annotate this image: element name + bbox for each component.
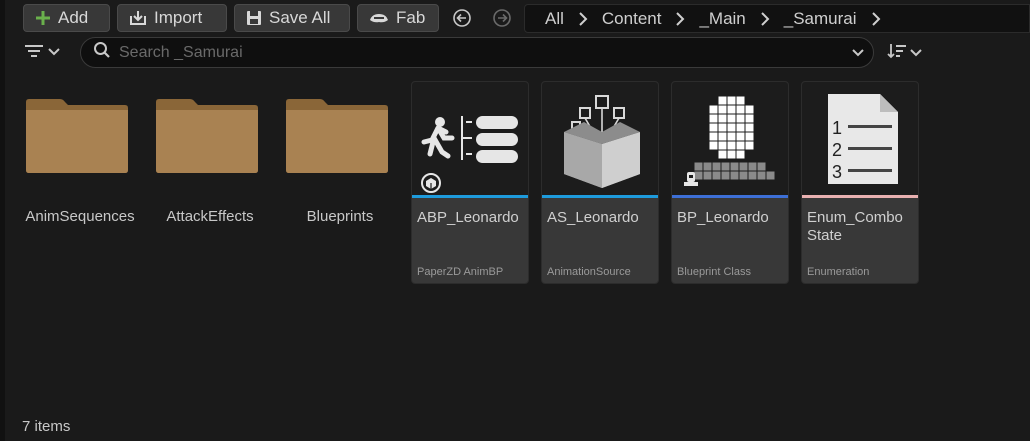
asset-type: Enumeration — [807, 266, 870, 278]
asset-type-color-bar — [412, 195, 528, 198]
filter-icon — [24, 43, 44, 64]
breadcrumb: All Content _Main _Samurai — [524, 4, 1030, 33]
chevron-down-icon — [48, 44, 60, 62]
forward-arrow-icon[interactable] — [492, 8, 512, 28]
chevron-down-icon — [910, 45, 922, 63]
folder-attackeffects[interactable]: AttackEffects — [150, 96, 270, 236]
asset-type-color-bar — [542, 195, 658, 198]
asset-tile-abp-leonardo[interactable]: ABP_Leonardo PaperZD AnimBP — [411, 81, 529, 284]
asset-tile-bp-leonardo[interactable]: BP_Leonardo Blueprint Class — [671, 81, 789, 284]
asset-type: AnimationSource — [547, 266, 631, 278]
fab-button-label: Fab — [396, 8, 426, 27]
folder-blueprints[interactable]: Blueprints — [280, 96, 400, 236]
add-button-label: Add — [58, 8, 89, 27]
chevron-right-icon[interactable] — [663, 11, 697, 26]
asset-name: AS_Leonardo — [547, 209, 639, 226]
breadcrumb-item-samurai[interactable]: _Samurai — [782, 9, 859, 29]
sort-icon — [886, 42, 908, 65]
asset-type-color-bar — [802, 195, 918, 198]
breadcrumb-item-content[interactable]: Content — [600, 9, 664, 29]
plus-icon — [34, 9, 52, 27]
asset-tile-as-leonardo[interactable]: AS_Leonardo AnimationSource — [541, 81, 659, 284]
save-icon — [245, 9, 263, 27]
search-input[interactable] — [119, 43, 843, 62]
fab-icon — [368, 11, 390, 25]
folder-icon — [284, 96, 390, 181]
enumeration-icon: 1 2 3 — [802, 82, 918, 195]
chevron-right-icon[interactable] — [859, 11, 893, 26]
asset-type: Blueprint Class — [677, 266, 751, 278]
sort-button[interactable] — [886, 42, 922, 65]
chevron-right-icon[interactable] — [566, 11, 600, 26]
svg-text:2: 2 — [832, 140, 842, 160]
toolbar: Add Import Save All Fab All Content _Mai… — [0, 0, 1030, 38]
animation-source-icon — [542, 82, 658, 195]
asset-name: BP_Leonardo — [677, 209, 769, 226]
import-icon — [128, 9, 148, 27]
content-browser: Add Import Save All Fab All Content _Mai… — [0, 0, 1030, 441]
svg-text:1: 1 — [832, 118, 842, 138]
save-all-button[interactable]: Save All — [234, 4, 350, 32]
search-box — [80, 37, 874, 68]
fab-button[interactable]: Fab — [357, 4, 439, 32]
breadcrumb-item-main[interactable]: _Main — [697, 9, 747, 29]
asset-tile-enum-combo-state[interactable]: 1 2 3 Enum_Combo State Enumeration — [801, 81, 919, 284]
search-icon — [93, 41, 111, 64]
chevron-right-icon[interactable] — [748, 11, 782, 26]
folder-label: Blueprints — [306, 208, 374, 225]
item-count: 7 items — [22, 418, 71, 435]
chevron-down-icon[interactable] — [843, 48, 873, 58]
actor-badge-icon — [682, 170, 700, 195]
anim-blueprint-icon — [412, 82, 528, 195]
folder-icon — [154, 96, 260, 181]
blueprint-class-icon — [672, 82, 788, 195]
asset-type: PaperZD AnimBP — [417, 266, 504, 278]
svg-text:3: 3 — [832, 162, 842, 182]
folder-icon — [24, 96, 130, 181]
asset-name: ABP_Leonardo — [417, 209, 519, 226]
back-arrow-icon[interactable] — [452, 8, 472, 28]
asset-name: Enum_Combo State — [807, 209, 903, 244]
asset-type-color-bar — [672, 195, 788, 198]
save-all-button-label: Save All — [269, 8, 331, 27]
breadcrumb-item-all[interactable]: All — [543, 9, 566, 29]
import-button-label: Import — [154, 8, 203, 27]
folder-animsequences[interactable]: AnimSequences — [20, 96, 140, 236]
add-button[interactable]: Add — [23, 4, 110, 32]
filter-button[interactable] — [24, 42, 60, 64]
import-button[interactable]: Import — [117, 4, 227, 32]
